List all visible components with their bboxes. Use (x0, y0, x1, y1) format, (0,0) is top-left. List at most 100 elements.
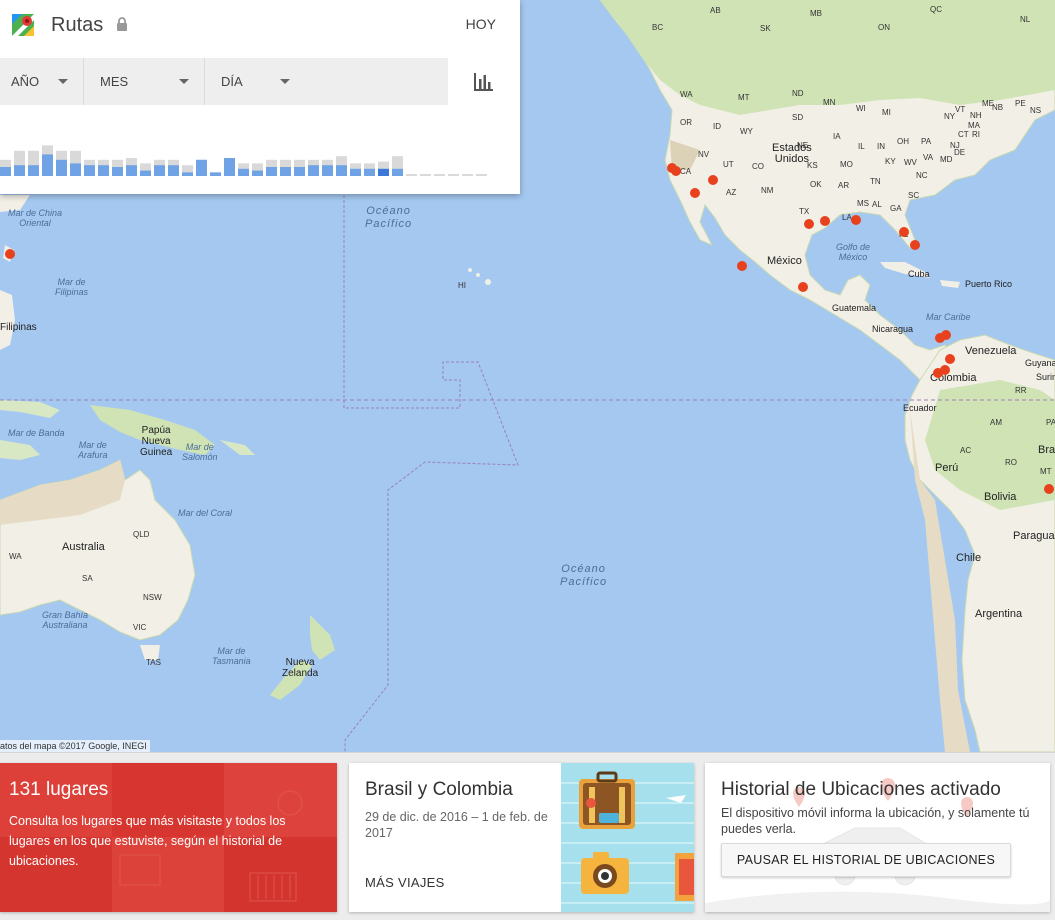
caret-down-icon (179, 79, 189, 84)
map-label-qld: QLD (133, 530, 150, 539)
map-label-oceano-pacifico-south: Océano Pacífico (560, 563, 608, 588)
histogram-bar-visited[interactable] (266, 167, 277, 176)
histogram-bar-visited[interactable] (56, 159, 67, 176)
caret-down-icon (58, 79, 68, 84)
histogram-bar-visited[interactable] (336, 165, 347, 176)
histogram-bar-visited[interactable] (126, 165, 137, 176)
map-label-wa-us: WA (680, 90, 693, 99)
histogram-bar-visited[interactable] (210, 172, 221, 176)
map-label-on: ON (878, 23, 890, 32)
place-marker[interactable] (671, 166, 681, 176)
place-marker[interactable] (910, 240, 920, 250)
histogram-bar-total[interactable] (476, 174, 487, 176)
histogram-bar-total[interactable] (462, 174, 473, 176)
year-dropdown[interactable]: AÑO (0, 58, 84, 105)
map-label-ok: OK (810, 180, 822, 189)
map-label-golfo-mexico: Golfo de México (836, 242, 871, 262)
month-dropdown[interactable]: MES (84, 58, 205, 105)
date-filters: AÑO MES DÍA (0, 58, 448, 105)
places-description: Consulta los lugares que más visitaste y… (9, 814, 286, 868)
place-marker[interactable] (851, 215, 861, 225)
places-card[interactable]: 131 lugares Consulta los lugares que más… (0, 763, 337, 912)
place-marker[interactable] (690, 188, 700, 198)
histogram-bar-total[interactable] (448, 174, 459, 176)
histogram-bar-visited[interactable] (182, 172, 193, 176)
place-marker[interactable] (1044, 484, 1054, 494)
map-label-ut: UT (723, 160, 734, 169)
more-trips-link[interactable]: MÁS VIAJES (365, 875, 445, 890)
histogram-bar-visited[interactable] (42, 154, 53, 176)
map-label-sd: SD (792, 113, 804, 122)
histogram-bar-visited[interactable] (28, 165, 39, 176)
place-marker[interactable] (798, 282, 808, 292)
histogram-bar-visited[interactable] (378, 168, 389, 176)
histogram-bar-total[interactable] (406, 174, 417, 176)
day-dropdown-label: DÍA (221, 74, 243, 89)
histogram-bar-visited[interactable] (14, 165, 25, 176)
map-label-argentina: Argentina (975, 608, 1023, 620)
visits-histogram[interactable] (0, 140, 500, 176)
place-marker[interactable] (5, 249, 15, 259)
map-label-mar-filipinas: Mar de Filipinas (55, 277, 89, 297)
location-history-card: Historial de Ubicaciones activado El dis… (705, 763, 1050, 912)
place-marker[interactable] (933, 368, 943, 378)
map-label-or: OR (680, 118, 692, 127)
histogram-bar-visited[interactable] (196, 159, 207, 176)
histogram-bar-visited[interactable] (322, 165, 333, 176)
histogram-bar-visited[interactable] (350, 168, 361, 176)
histogram-bar-total[interactable] (420, 174, 431, 176)
trip-card[interactable]: Brasil y Colombia 29 de dic. de 2016 – 1… (349, 763, 694, 912)
place-marker[interactable] (820, 216, 830, 226)
today-button[interactable]: HOY (466, 16, 496, 32)
map-label-nj: NJ (950, 141, 960, 150)
place-marker[interactable] (708, 175, 718, 185)
map-copyright: atos del mapa ©2017 Google, INEGI (0, 740, 150, 752)
map-label-tas: TAS (146, 658, 161, 667)
map-label-gran-bahia: Gran Bahía Australiana (42, 610, 89, 630)
map-label-az: AZ (726, 188, 737, 197)
histogram-bar-visited[interactable] (154, 165, 165, 176)
histogram-bar-visited[interactable] (364, 168, 375, 176)
histogram-bar-visited[interactable] (168, 165, 179, 176)
map-label-wy: WY (740, 127, 753, 136)
map-label-wa-au: WA (9, 552, 22, 561)
map-label-ar: AR (838, 181, 850, 190)
histogram-bar-visited[interactable] (98, 165, 109, 176)
histogram-bar-visited[interactable] (140, 170, 151, 176)
map-label-pa: PA (921, 137, 932, 146)
place-marker[interactable] (941, 330, 951, 340)
place-marker[interactable] (945, 354, 955, 364)
map-label-sa: SA (82, 574, 93, 583)
place-marker[interactable] (899, 227, 909, 237)
map-label-mar-caribe: Mar Caribe (926, 312, 971, 322)
histogram-bar-visited[interactable] (112, 167, 123, 176)
histogram-bar-total[interactable] (434, 174, 445, 176)
lock-icon (117, 17, 127, 31)
day-dropdown[interactable]: DÍA (205, 58, 448, 105)
map-label-co: CO (752, 162, 764, 171)
histogram-bar-visited[interactable] (392, 168, 403, 176)
map-label-mexico: México (767, 255, 802, 267)
histogram-bar-visited[interactable] (252, 170, 263, 176)
place-marker[interactable] (737, 261, 747, 271)
place-marker[interactable] (804, 219, 814, 229)
map-label-nueva-zelanda: Nueva Zelanda (282, 657, 319, 679)
map-label-md: MD (940, 155, 953, 164)
histogram-bar-visited[interactable] (280, 167, 291, 176)
chart-toggle-button[interactable] (448, 58, 520, 105)
histogram-bar-visited[interactable] (70, 163, 81, 176)
histogram-bar-visited[interactable] (224, 158, 235, 176)
pause-history-button[interactable]: PAUSAR EL HISTORIAL DE UBICACIONES (721, 843, 1011, 877)
trip-title: Brasil y Colombia (365, 779, 513, 800)
map-label-mar-china: Mar de China Oriental (8, 208, 63, 228)
histogram-bar-visited[interactable] (0, 167, 11, 176)
year-dropdown-label: AÑO (11, 74, 40, 89)
histogram-bar-visited[interactable] (294, 167, 305, 176)
map-label-puerto-rico: Puerto Rico (965, 279, 1013, 289)
histogram-bar-visited[interactable] (84, 165, 95, 176)
histogram-bar-visited[interactable] (308, 165, 319, 176)
timeline-panel: Rutas HOY AÑO MES DÍA (0, 0, 520, 194)
map-label-bc: BC (652, 23, 664, 32)
map-label-ns: NS (1030, 106, 1042, 115)
histogram-bar-visited[interactable] (238, 168, 249, 176)
